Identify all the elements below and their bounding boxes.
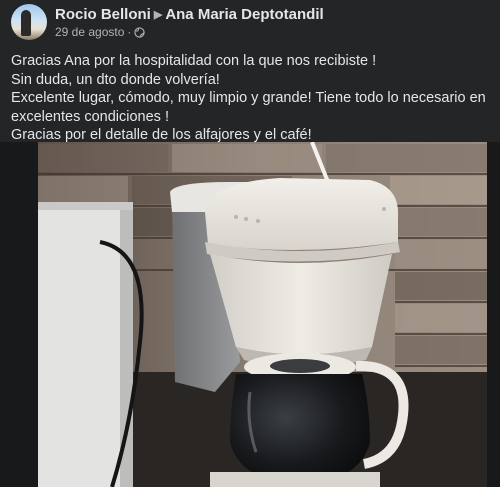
- coffee-maker-photo[interactable]: [0, 142, 500, 487]
- post-title: Rocio Belloni ▶ Ana Maria Deptotandil: [55, 6, 324, 23]
- facebook-post: Rocio Belloni ▶ Ana Maria Deptotandil 29 d…: [0, 0, 500, 487]
- arrow-right-icon: ▶: [153, 9, 163, 21]
- author-avatar[interactable]: [11, 4, 47, 40]
- post-meta: 29 de agosto ·: [55, 25, 146, 41]
- globe-icon[interactable]: [134, 27, 146, 41]
- meta-separator: ·: [127, 25, 132, 39]
- author-name-link[interactable]: Rocio Belloni: [55, 6, 151, 23]
- post-date-link[interactable]: 29 de agosto: [55, 25, 124, 39]
- avatar-figure: [21, 10, 31, 36]
- post-body-line: Excelente lugar, cómodo, muy limpio y gr…: [11, 90, 486, 125]
- post-body-line: Sin duda, un dto donde volvería!: [11, 71, 220, 88]
- post-header: Rocio Belloni ▶ Ana Maria Deptotandil 29 d…: [0, 0, 500, 44]
- recipient-name-link[interactable]: Ana Maria Deptotandil: [165, 6, 323, 23]
- post-body: Gracias Ana por la hospitalidad con la q…: [11, 52, 491, 145]
- post-body-line: Gracias Ana por la hospitalidad con la q…: [11, 53, 377, 69]
